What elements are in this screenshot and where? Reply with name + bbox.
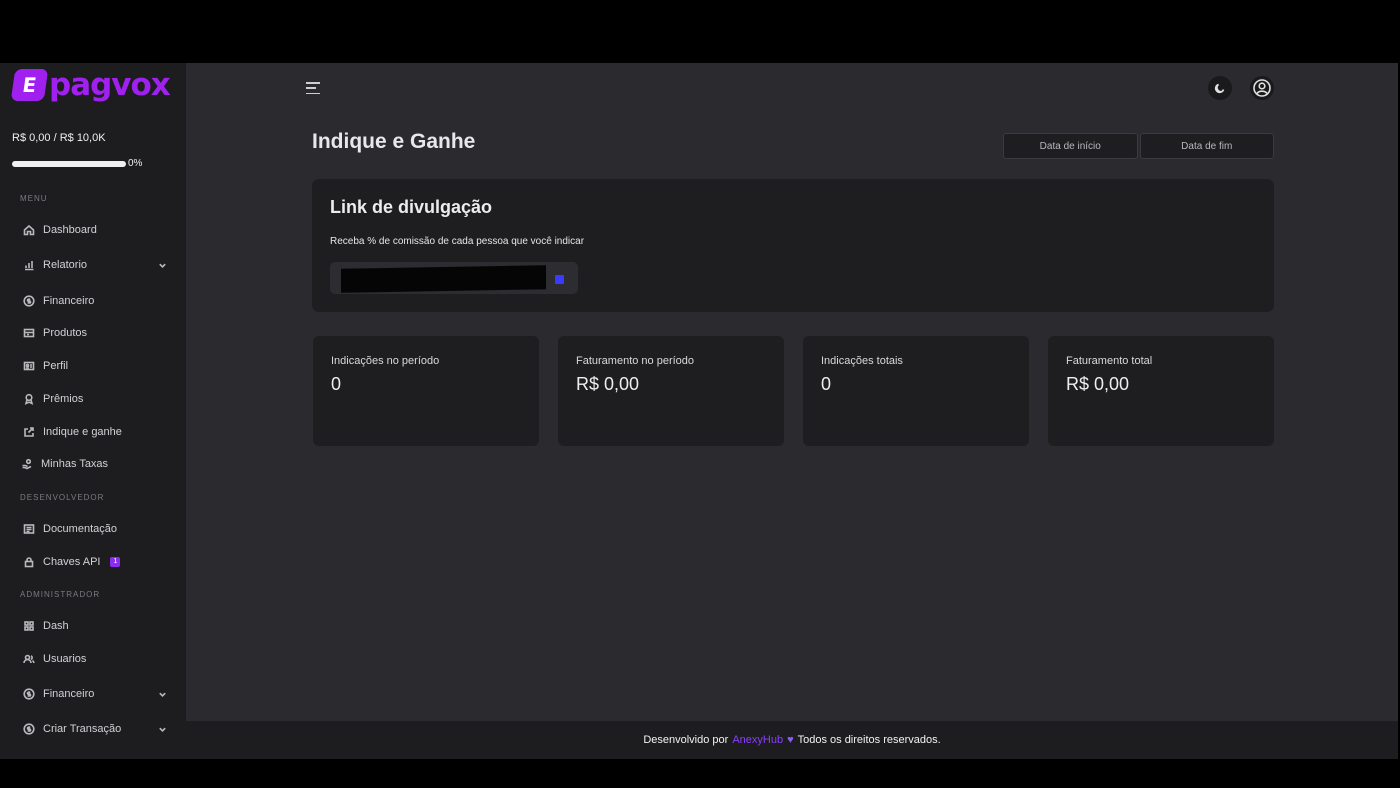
grid-icon: [22, 620, 35, 633]
logo-mark-icon: E: [10, 69, 49, 101]
chevron-down-icon: [158, 261, 167, 270]
copy-icon[interactable]: [555, 275, 564, 284]
main-content: Indique e Ganhe Data de início Data de f…: [186, 63, 1398, 721]
sidebar-item-indique-e-ganhe[interactable]: Indique e ganhe: [22, 422, 167, 442]
window-bottom-bar: [0, 759, 1400, 788]
sidebar-item-label: Prêmios: [43, 393, 84, 405]
balance-text: R$ 0,00 / R$ 10,0K: [12, 132, 106, 144]
dev-section-header: DESENVOLVEDOR: [20, 493, 105, 502]
box-icon: [22, 327, 35, 340]
stat-label: Faturamento no período: [576, 355, 695, 367]
stat-value: R$ 0,00: [576, 374, 640, 394]
users-icon: [22, 653, 35, 666]
theme-toggle-button[interactable]: [1208, 76, 1232, 100]
sidebar-item-usuarios[interactable]: Usuarios: [22, 649, 167, 669]
referral-card-title: Link de divulgação: [330, 197, 493, 217]
stat-card-faturamento-total: Faturamento total R$ 0,00: [1048, 336, 1274, 446]
footer-prefix: Desenvolvido por: [643, 734, 729, 746]
id-card-icon: [22, 360, 35, 373]
referral-link-card: Link de divulgação Receba % de comissão …: [312, 179, 1274, 312]
sidebar-item-chaves-api[interactable]: Chaves API 1: [22, 552, 167, 572]
stat-value: 0: [331, 374, 342, 394]
sidebar-item-label: Minhas Taxas: [41, 458, 109, 470]
chevron-down-icon: [158, 725, 167, 734]
bar-chart-icon: [22, 259, 35, 272]
sidebar-item-label: Usuarios: [43, 653, 87, 665]
sidebar-item-label: Documentação: [43, 523, 117, 535]
date-range-picker: Data de início Data de fim: [1003, 133, 1274, 159]
balance-progress-label: 0%: [128, 158, 143, 169]
user-menu-button[interactable]: [1250, 76, 1274, 100]
sidebar-item-label: Dashboard: [43, 224, 97, 236]
dollar-circle-icon: [22, 295, 35, 308]
chevron-down-icon: [158, 690, 167, 699]
lock-icon: [22, 556, 35, 569]
sidebar-item-label: Perfil: [43, 360, 69, 372]
hand-coins-icon: [20, 458, 33, 471]
heart-icon: ♥: [787, 734, 794, 746]
page-footer: Desenvolvido por AnexyHub ♥ Todos os dir…: [186, 721, 1398, 759]
start-date-button[interactable]: Data de início: [1003, 133, 1138, 159]
sidebar-item-label: Criar Transação: [43, 723, 122, 735]
sidebar: E pagvox R$ 0,00 / R$ 10,0K 0% MENU Dash…: [0, 63, 186, 759]
brand-logo[interactable]: E pagvox: [10, 66, 171, 103]
hamburger-icon[interactable]: [306, 82, 320, 94]
page-title: Indique e Ganhe: [312, 130, 476, 153]
referral-link-field[interactable]: [330, 262, 578, 294]
footer-suffix: Todos os direitos reservados.: [797, 734, 941, 746]
stat-card-indicacoes-totais: Indicações totais 0: [803, 336, 1029, 446]
dollar-circle-icon: [22, 688, 35, 701]
sidebar-item-perfil[interactable]: Perfil: [22, 356, 167, 376]
dollar-circle-icon: [22, 723, 35, 736]
stat-card-indicacoes-periodo: Indicações no período 0: [313, 336, 539, 446]
sidebar-item-financeiro[interactable]: Financeiro: [22, 291, 167, 311]
footer-brand-link[interactable]: AnexyHub: [732, 734, 783, 746]
stat-label: Indicações no período: [331, 355, 440, 367]
sidebar-item-dashboard[interactable]: Dashboard: [22, 220, 167, 240]
sidebar-item-label: Chaves API: [43, 556, 101, 568]
stat-card-faturamento-periodo: Faturamento no período R$ 0,00: [558, 336, 784, 446]
redacted-link-overlay: [341, 265, 546, 293]
home-icon: [22, 224, 35, 237]
share-icon: [22, 426, 35, 439]
window-top-bar: [0, 0, 1400, 63]
moon-icon: [1214, 83, 1225, 94]
sidebar-item-label: Financeiro: [43, 688, 95, 700]
user-circle-icon: [1253, 79, 1271, 97]
sidebar-item-dash[interactable]: Dash: [22, 616, 167, 636]
sidebar-item-criar-transacao[interactable]: Criar Transação: [22, 719, 167, 739]
award-icon: [22, 393, 35, 406]
api-keys-count-badge: 1: [110, 557, 121, 567]
sidebar-item-label: Relatorio: [43, 259, 88, 271]
stat-value: 0: [821, 374, 832, 394]
sidebar-item-label: Financeiro: [43, 295, 95, 307]
sidebar-item-label: Produtos: [43, 327, 88, 339]
sidebar-item-minhas-taxas[interactable]: Minhas Taxas: [20, 454, 165, 474]
sidebar-item-documentacao[interactable]: Documentação: [22, 519, 167, 539]
admin-section-header: ADMINISTRADOR: [20, 590, 101, 599]
balance-progress-bar: [12, 161, 126, 167]
sidebar-item-produtos[interactable]: Produtos: [22, 323, 167, 343]
stat-value: R$ 0,00: [1066, 374, 1130, 394]
menu-section-header: MENU: [20, 194, 48, 203]
document-icon: [22, 523, 35, 536]
end-date-button[interactable]: Data de fim: [1139, 133, 1274, 159]
sidebar-item-relatorio[interactable]: Relatorio: [22, 255, 167, 275]
referral-card-description: Receba % de comissão de cada pessoa que …: [330, 236, 585, 247]
sidebar-item-admin-financeiro[interactable]: Financeiro: [22, 684, 167, 704]
sidebar-item-premios[interactable]: Prêmios: [22, 389, 167, 409]
sidebar-item-label: Indique e ganhe: [43, 426, 122, 438]
sidebar-item-label: Dash: [43, 620, 69, 632]
stat-label: Indicações totais: [821, 355, 903, 367]
stat-label: Faturamento total: [1066, 355, 1153, 367]
logo-text: pagvox: [49, 66, 171, 103]
